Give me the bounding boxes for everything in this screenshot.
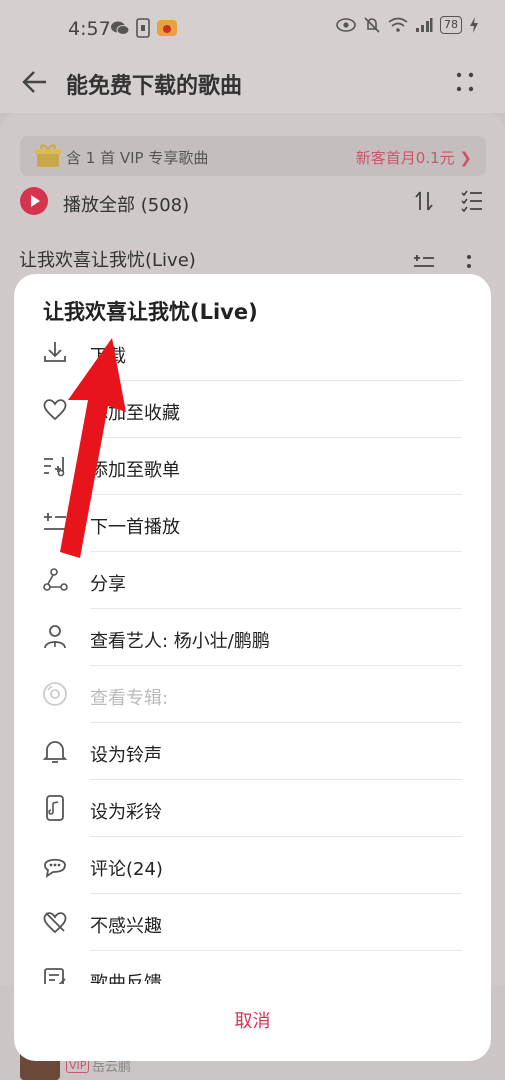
menu-item-not-interested[interactable]: 不感兴趣 [14,894,491,951]
play-all-icon[interactable] [19,186,49,216]
album-icon [43,682,67,706]
notification-icons [110,18,178,38]
menu-item-set-ringtone[interactable]: 设为铃声 [14,723,491,780]
status-bar: 4:57 78 [0,0,505,58]
play-all-label[interactable]: 播放全部 (508) [63,191,189,217]
artist-icon [44,625,66,649]
top-app-bar: 能免费下载的歌曲 [0,58,505,113]
wifi-icon [388,17,408,32]
weibo-icon [157,20,177,36]
cancel-button[interactable]: 取消 [14,1007,491,1033]
more-options-icon[interactable] [455,70,475,94]
song-more-icon[interactable] [465,255,473,269]
menu-label: 查看艺人: 杨小壮/鹏鹏 [90,631,270,652]
menu-item-view-album: 查看专辑: [14,666,491,723]
vip-promo-link[interactable]: 新客首月0.1元 ❯ [356,147,472,168]
eye-icon [336,18,356,32]
share-icon [43,568,68,591]
page-title: 能免费下载的歌曲 [66,74,243,99]
chevron-right-icon: ❯ [459,149,472,167]
sim-icon [136,18,150,38]
vip-gift-icon [35,144,61,167]
signal-icon [416,18,433,32]
sort-icon[interactable] [412,189,436,213]
menu-label: 查看专辑: [90,688,169,709]
feedback-icon [44,968,66,984]
menu-item-view-artist[interactable]: 查看艺人: 杨小壮/鹏鹏 [14,609,491,666]
menu-item-comments[interactable]: 评论(24) [14,837,491,894]
menu-label: 评论(24) [90,859,163,880]
wechat-icon [111,21,130,35]
sheet-title: 让我欢喜让我忧(Live) [43,300,258,324]
menu-label: 设为铃声 [90,745,162,766]
comment-icon [44,858,66,878]
status-time: 4:57 [68,18,111,40]
red-arrow-annotation [60,338,126,558]
add-queue-icon[interactable] [413,255,435,269]
dislike-icon [43,912,67,934]
menu-item-share[interactable]: 分享 [14,552,491,609]
menu-label: 分享 [90,574,126,595]
menu-label: 设为彩铃 [90,802,162,823]
system-icons: 78 [336,16,479,34]
menu-item-feedback[interactable]: 歌曲反馈 [14,951,491,984]
back-arrow-icon[interactable] [20,68,48,96]
multi-select-icon[interactable] [460,189,484,213]
phone-ring-icon [46,795,64,821]
bell-icon [42,741,68,763]
charging-icon [470,17,478,33]
menu-label: 歌曲反馈 [90,973,162,984]
battery-icon: 78 [440,16,462,34]
vip-banner-text: 含 1 首 VIP 专享歌曲 [66,149,209,167]
menu-item-set-caller-ring[interactable]: 设为彩铃 [14,780,491,837]
vip-banner[interactable]: 含 1 首 VIP 专享歌曲 新客首月0.1元 ❯ [20,136,486,176]
menu-label: 不感兴趣 [90,916,162,937]
mute-icon [364,17,380,33]
song-title[interactable]: 让我欢喜让我忧(Live) [19,246,196,272]
